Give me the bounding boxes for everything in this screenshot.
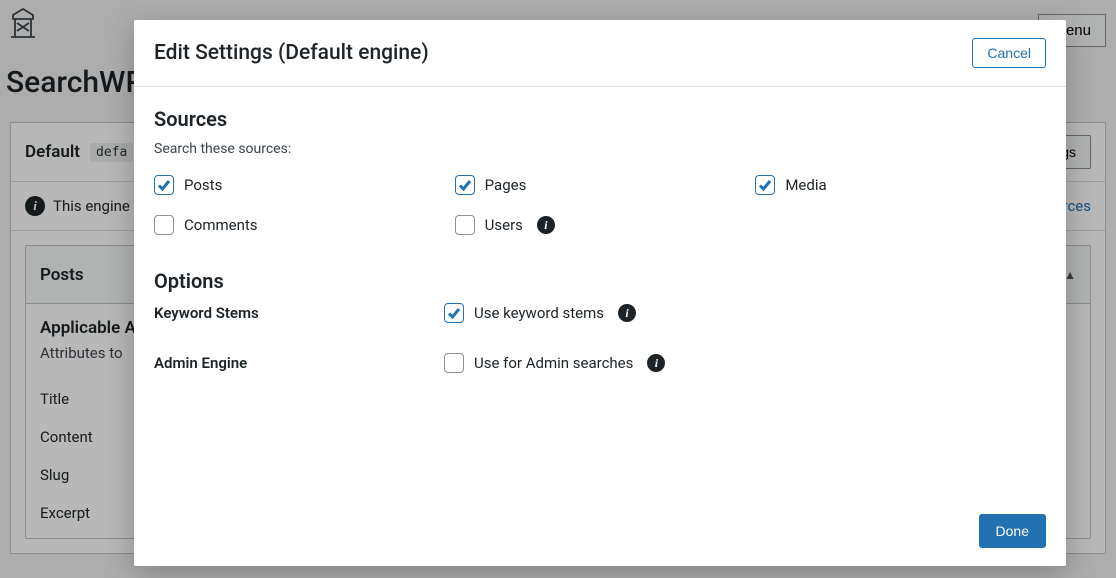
option-keyword_stems-checkbox[interactable] (444, 303, 464, 323)
source-users-label: Users (485, 216, 523, 234)
source-comments-checkbox[interactable] (154, 215, 174, 235)
option-keyword_stems: Use keyword stems i (444, 303, 1046, 323)
option-keyword_stems-label: Keyword Stems (154, 304, 444, 322)
option-admin_engine-checkbox-label: Use for Admin searches (474, 354, 633, 372)
option-admin_engine: Use for Admin searches i (444, 353, 1046, 373)
source-comments-label: Comments (184, 216, 258, 234)
source-pages-checkbox[interactable] (455, 175, 475, 195)
info-icon[interactable]: i (537, 216, 555, 234)
option-admin_engine-checkbox[interactable] (444, 353, 464, 373)
sources-section-title: Sources (154, 107, 1046, 131)
source-posts: Posts (154, 175, 445, 195)
source-pages-label: Pages (485, 176, 527, 194)
source-comments: Comments (154, 215, 445, 235)
source-media-checkbox[interactable] (755, 175, 775, 195)
edit-settings-modal: Edit Settings (Default engine) Cancel So… (134, 20, 1066, 566)
option-admin_engine-label: Admin Engine (154, 354, 444, 372)
source-users-checkbox[interactable] (455, 215, 475, 235)
sources-section-sub: Search these sources: (154, 141, 1046, 157)
source-media: Media (755, 175, 1046, 195)
source-media-label: Media (785, 176, 826, 194)
source-posts-checkbox[interactable] (154, 175, 174, 195)
done-button[interactable]: Done (979, 514, 1046, 548)
modal-title: Edit Settings (Default engine) (154, 41, 429, 65)
source-posts-label: Posts (184, 176, 222, 194)
source-pages: Pages (455, 175, 746, 195)
options-section-title: Options (154, 269, 1046, 293)
source-users: Usersi (455, 215, 746, 235)
info-icon[interactable]: i (647, 354, 665, 372)
option-keyword_stems-checkbox-label: Use keyword stems (474, 304, 604, 322)
cancel-button[interactable]: Cancel (972, 38, 1046, 68)
info-icon[interactable]: i (618, 304, 636, 322)
